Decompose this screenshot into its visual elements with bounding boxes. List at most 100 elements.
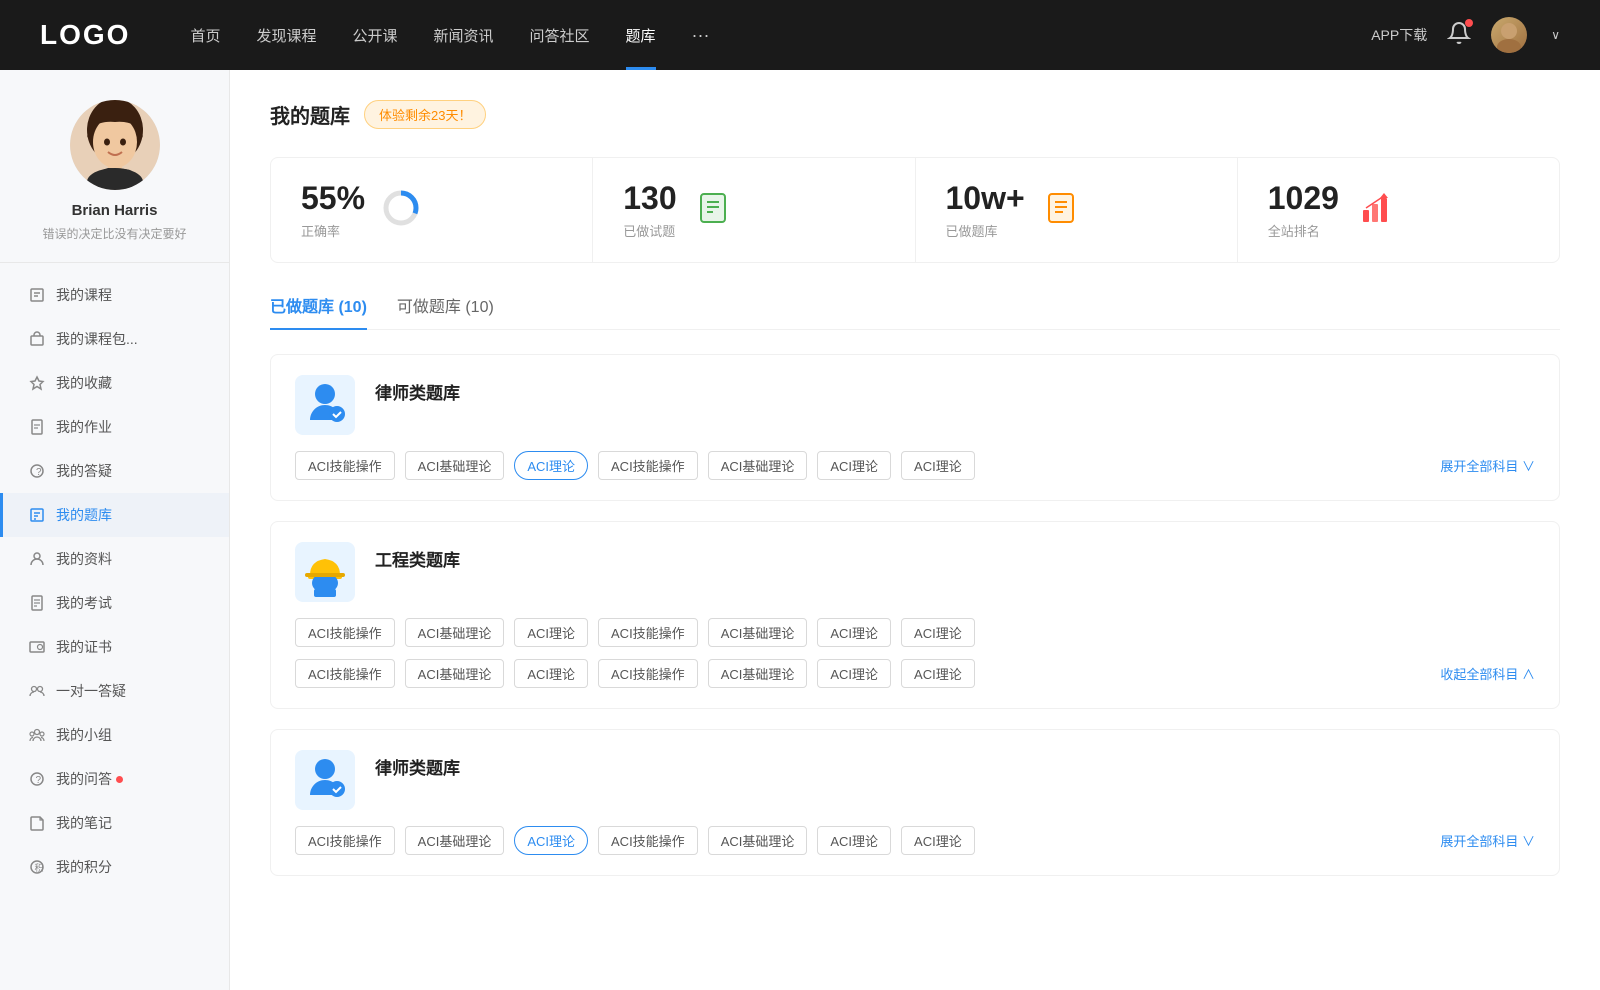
rank-icon	[1355, 188, 1395, 233]
tag-2-6[interactable]: ACI理论	[901, 826, 975, 855]
expand-link-1[interactable]: 收起全部科目 ∧	[1440, 664, 1535, 683]
sidebar-item-qa-label: 我的答疑	[56, 461, 112, 481]
logo[interactable]: LOGO	[40, 19, 130, 51]
tag-1-5[interactable]: ACI理论	[817, 618, 891, 647]
sidebar-item-package[interactable]: 我的课程包...	[0, 317, 229, 361]
profile-icon	[28, 550, 46, 568]
chart-red-icon	[1355, 188, 1395, 228]
rank-label: 全站排名	[1268, 221, 1339, 240]
expand-link-2[interactable]: 展开全部科目 ∨	[1440, 831, 1535, 850]
nav-news[interactable]: 新闻资讯	[434, 21, 494, 50]
nav-qbank[interactable]: 题库	[626, 21, 656, 50]
sidebar-item-profile-label: 我的资料	[56, 549, 112, 569]
avatar-image	[1491, 17, 1527, 53]
tag-1-8[interactable]: ACI基础理论	[405, 659, 505, 688]
page-header: 我的题库 体验剩余23天！	[270, 100, 1560, 129]
done-banks-icon	[1041, 188, 1081, 233]
tag-1-6[interactable]: ACI理论	[901, 618, 975, 647]
tag-0-6[interactable]: ACI理论	[901, 451, 975, 480]
nav-more[interactable]: ···	[692, 25, 710, 46]
bell-button[interactable]	[1447, 21, 1471, 50]
app-download[interactable]: APP下载	[1371, 25, 1427, 45]
stat-accuracy: 55% 正确率	[271, 158, 593, 262]
sidebar-item-favorites[interactable]: 我的收藏	[0, 361, 229, 405]
sidebar-item-cert[interactable]: 我的证书	[0, 625, 229, 669]
sidebar-item-course[interactable]: 我的课程	[0, 273, 229, 317]
tag-1-12[interactable]: ACI理论	[817, 659, 891, 688]
nav-qa[interactable]: 问答社区	[530, 21, 590, 50]
tag-1-2[interactable]: ACI理论	[514, 618, 588, 647]
user-avatar[interactable]	[1491, 17, 1527, 53]
accuracy-value: 55%	[301, 180, 365, 217]
star-icon	[28, 374, 46, 392]
sidebar-item-points[interactable]: 积 我的积分	[0, 845, 229, 889]
tag-1-13[interactable]: ACI理论	[901, 659, 975, 688]
profile-avatar	[70, 100, 160, 190]
tag-0-0[interactable]: ACI技能操作	[295, 451, 395, 480]
qbank-icon-1	[295, 542, 355, 602]
sidebar-item-qbank[interactable]: 我的题库	[0, 493, 229, 537]
main-wrapper: Brian Harris 错误的决定比没有决定要好 我的课程 我的课程包...	[0, 0, 1600, 990]
tutoring-icon	[28, 682, 46, 700]
tag-2-0[interactable]: ACI技能操作	[295, 826, 395, 855]
tag-0-1[interactable]: ACI基础理论	[405, 451, 505, 480]
tab-done[interactable]: 已做题库 (10)	[270, 293, 367, 329]
rank-value: 1029	[1268, 180, 1339, 217]
sidebar-item-profile[interactable]: 我的资料	[0, 537, 229, 581]
sidebar-item-cert-label: 我的证书	[56, 637, 112, 657]
qbank-header-2: 律师类题库	[295, 750, 1535, 810]
done-banks-label: 已做题库	[946, 221, 1025, 240]
qbank-info-1: 工程类题库	[375, 542, 460, 571]
avatar-face-svg	[1491, 17, 1527, 53]
tag-1-1[interactable]: ACI基础理论	[405, 618, 505, 647]
sidebar-item-qa[interactable]: ? 我的答疑	[0, 449, 229, 493]
tag-1-9[interactable]: ACI理论	[514, 659, 588, 688]
sidebar-item-group[interactable]: 我的小组	[0, 713, 229, 757]
header-right: APP下载 ∨	[1371, 17, 1560, 53]
note-icon	[28, 814, 46, 832]
tag-2-2[interactable]: ACI理论	[514, 826, 588, 855]
nav-discover[interactable]: 发现课程	[256, 21, 316, 50]
header: LOGO 首页 发现课程 公开课 新闻资讯 问答社区 题库 ··· APP下载 …	[0, 0, 1600, 70]
stat-done-banks: 10w+ 已做题库	[916, 158, 1238, 262]
tag-0-3[interactable]: ACI技能操作	[598, 451, 698, 480]
sidebar-item-tutoring[interactable]: 一对一答疑	[0, 669, 229, 713]
sidebar-item-points-label: 我的积分	[56, 857, 112, 877]
tag-0-5[interactable]: ACI理论	[817, 451, 891, 480]
sidebar-item-homework[interactable]: 我的作业	[0, 405, 229, 449]
user-dropdown[interactable]: ∨	[1551, 28, 1560, 42]
sidebar-item-myqa-label: 我的问答	[56, 769, 112, 789]
tag-2-5[interactable]: ACI理论	[817, 826, 891, 855]
tag-1-11[interactable]: ACI基础理论	[708, 659, 808, 688]
tag-1-10[interactable]: ACI技能操作	[598, 659, 698, 688]
package-icon	[28, 330, 46, 348]
sidebar-item-myqa[interactable]: ? 我的问答	[0, 757, 229, 801]
sidebar-item-notes-label: 我的笔记	[56, 813, 112, 833]
nav-home[interactable]: 首页	[190, 21, 220, 50]
tag-2-4[interactable]: ACI基础理论	[708, 826, 808, 855]
nav-opencourse[interactable]: 公开课	[352, 21, 397, 50]
tabs: 已做题库 (10) 可做题库 (10)	[270, 293, 1560, 330]
qbank-tags-row1-1: ACI技能操作 ACI基础理论 ACI理论 ACI技能操作 ACI基础理论 AC…	[295, 618, 1535, 647]
sidebar-item-notes[interactable]: 我的笔记	[0, 801, 229, 845]
tag-2-3[interactable]: ACI技能操作	[598, 826, 698, 855]
profile-motto: 错误的决定比没有决定要好	[42, 225, 186, 242]
qbank-header-0: 律师类题库	[295, 375, 1535, 435]
tag-0-4[interactable]: ACI基础理论	[708, 451, 808, 480]
expand-link-0[interactable]: 展开全部科目 ∨	[1440, 456, 1535, 475]
note-green-icon	[693, 188, 733, 228]
points-icon: 积	[28, 858, 46, 876]
tag-1-4[interactable]: ACI基础理论	[708, 618, 808, 647]
tag-1-0[interactable]: ACI技能操作	[295, 618, 395, 647]
group-icon	[28, 726, 46, 744]
cert-icon	[28, 638, 46, 656]
tag-1-3[interactable]: ACI技能操作	[598, 618, 698, 647]
sidebar-item-exam[interactable]: 我的考试	[0, 581, 229, 625]
tag-2-1[interactable]: ACI基础理论	[405, 826, 505, 855]
tag-0-2[interactable]: ACI理论	[514, 451, 588, 480]
sidebar-item-homework-label: 我的作业	[56, 417, 112, 437]
tab-available[interactable]: 可做题库 (10)	[397, 293, 494, 329]
tag-1-7[interactable]: ACI技能操作	[295, 659, 395, 688]
qbank-icon	[28, 506, 46, 524]
qbank-tags-row-2: ACI技能操作 ACI基础理论 ACI理论 ACI技能操作 ACI基础理论 AC…	[295, 826, 1535, 855]
